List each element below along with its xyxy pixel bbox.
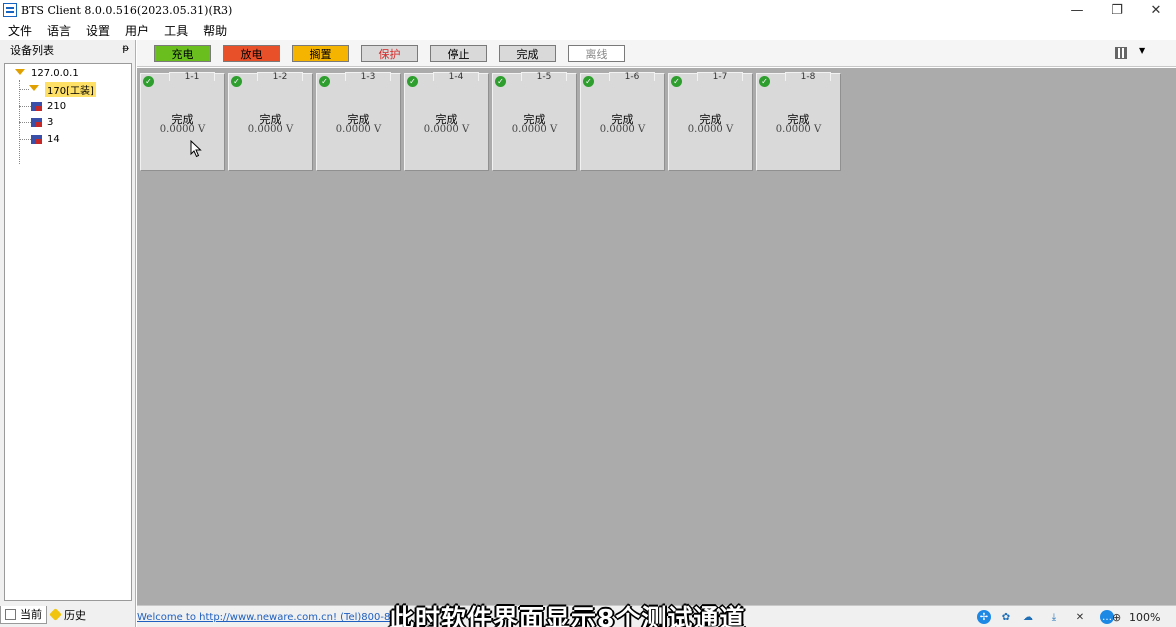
minimize-button[interactable]: — [1057,0,1097,20]
menu-bar: 文件 语言 设置 用户 工具 帮助 [0,20,1176,40]
app-icon [3,3,17,17]
channel-voltage: 0.0000 V [159,124,206,135]
window-title: BTS Client 8.0.0.516(2023.05.31)(R3) [21,3,233,17]
tree-node-device[interactable]: 210 [31,99,66,113]
tree-node-device[interactable]: 14 [31,132,60,146]
zoom-level: 100% [1129,611,1161,624]
check-icon: ✓ [583,76,594,87]
channel-card[interactable]: 1-7 ✓ 完成 0.0000 V [668,72,753,171]
legend-protect[interactable]: 保护 [361,45,418,62]
legend-charge[interactable]: 充电 [154,45,211,62]
menu-file[interactable]: 文件 [0,22,39,39]
panel-tabs: 当前 历史 [0,602,136,627]
channel-card[interactable]: 1-6 ✓ 完成 0.0000 V [580,72,665,171]
menu-settings[interactable]: 设置 [78,22,117,39]
tree-node-root[interactable]: 127.0.0.1 [15,66,79,80]
legend-complete[interactable]: 完成 [499,45,556,62]
device-list-header: 设备列表 ᵽ [0,40,135,59]
download-icon[interactable]: ⤓ [1047,610,1061,624]
legend-rest[interactable]: 搁置 [292,45,349,62]
channel-card[interactable]: 1-4 ✓ 完成 0.0000 V [404,72,489,171]
restore-button[interactable]: ❐ [1097,0,1137,20]
status-bar: Welcome to http://www.neware.com.cn! (Te… [137,604,1176,627]
tag-icon [49,608,62,621]
channel-id: 1-8 [785,72,831,82]
tree-node-label: 127.0.0.1 [31,67,79,79]
channel-id: 1-4 [433,72,479,82]
menu-help[interactable]: 帮助 [195,22,234,39]
channel-id: 1-7 [697,72,743,82]
channel-card[interactable]: 1-1 ✓ 完成 0.0000 V [140,72,225,171]
mouse-cursor-icon [190,140,202,158]
tree-node-label: 210 [47,100,67,112]
legend-stop[interactable]: 停止 [430,45,487,62]
check-icon: ✓ [495,76,506,87]
check-icon: ✓ [143,76,154,87]
expanded-folder-icon [15,69,25,77]
tab-current[interactable]: 当前 [0,605,47,624]
cloud-icon[interactable]: ☁ [1021,610,1035,624]
channel-voltage: 0.0000 V [335,124,382,135]
channel-card[interactable]: 1-5 ✓ 完成 0.0000 V [492,72,577,171]
channel-id: 1-5 [521,72,567,82]
channel-voltage: 0.0000 V [511,124,558,135]
channel-voltage: 0.0000 V [687,124,734,135]
video-caption: 此时软件界面显示8个测试通道 [389,604,746,627]
view-dropdown-icon[interactable]: ▼ [1139,46,1145,55]
device-list-panel: 设备列表 ᵽ 127.0.0.1 170[工装] 210 3 14 当前 历史 [0,40,136,627]
channel-card[interactable]: 1-8 ✓ 完成 0.0000 V [756,72,841,171]
legend-offline[interactable]: 离线 [568,45,625,62]
channel-card[interactable]: 1-2 ✓ 完成 0.0000 V [228,72,313,171]
device-tree: 127.0.0.1 170[工装] 210 3 14 [4,63,132,601]
expanded-folder-icon [29,85,39,93]
close-button[interactable]: ✕ [1136,0,1176,20]
channel-grid: 1-1 ✓ 完成 0.0000 V 1-2 ✓ 完成 0.0000 V 1-3 … [137,68,1176,605]
check-icon: ✓ [231,76,242,87]
fan-icon[interactable]: ✢ [977,610,991,624]
channel-voltage: 0.0000 V [247,124,294,135]
device-icon [31,101,42,111]
tree-node-label: 14 [47,133,60,145]
tab-history[interactable]: 历史 [47,606,90,624]
pin-icon[interactable]: ᵽ [122,43,129,54]
tab-label: 当前 [20,608,42,621]
channel-id: 1-2 [257,72,303,82]
speaker-muted-icon[interactable]: ✕ [1073,610,1087,624]
check-icon: ✓ [759,76,770,87]
tab-label: 历史 [64,608,86,622]
tree-node-label: 3 [47,116,54,128]
pinwheel-icon[interactable]: ✿ [999,610,1013,624]
view-mode-icon[interactable] [1115,47,1127,59]
sheet-icon [5,608,16,620]
menu-tools[interactable]: 工具 [156,22,195,39]
tree-node-device[interactable]: 3 [31,115,53,129]
welcome-link[interactable]: Welcome to http://www.neware.com.cn! (Te… [137,612,390,623]
channel-id: 1-6 [609,72,655,82]
tree-node-device[interactable]: 170[工装] [29,81,96,97]
channel-voltage: 0.0000 V [775,124,822,135]
channel-id: 1-3 [345,72,391,82]
device-list-title: 设备列表 [10,43,54,57]
device-icon [31,134,42,144]
status-legend-toolbar: 充电 放电 搁置 保护 停止 完成 离线 ▼ [137,40,1176,67]
device-icon [31,117,42,127]
channel-voltage: 0.0000 V [599,124,646,135]
menu-user[interactable]: 用户 [117,22,156,39]
menu-language[interactable]: 语言 [39,22,78,39]
channel-voltage: 0.0000 V [423,124,470,135]
tree-node-label: 170[工装] [45,81,96,97]
channel-id: 1-1 [169,72,215,82]
check-icon: ✓ [319,76,330,87]
title-bar: BTS Client 8.0.0.516(2023.05.31)(R3) — ❐… [0,0,1176,20]
zoom-icon[interactable]: ⊕ [1112,611,1121,624]
check-icon: ✓ [671,76,682,87]
legend-discharge[interactable]: 放电 [223,45,280,62]
channel-card[interactable]: 1-3 ✓ 完成 0.0000 V [316,72,401,171]
check-icon: ✓ [407,76,418,87]
